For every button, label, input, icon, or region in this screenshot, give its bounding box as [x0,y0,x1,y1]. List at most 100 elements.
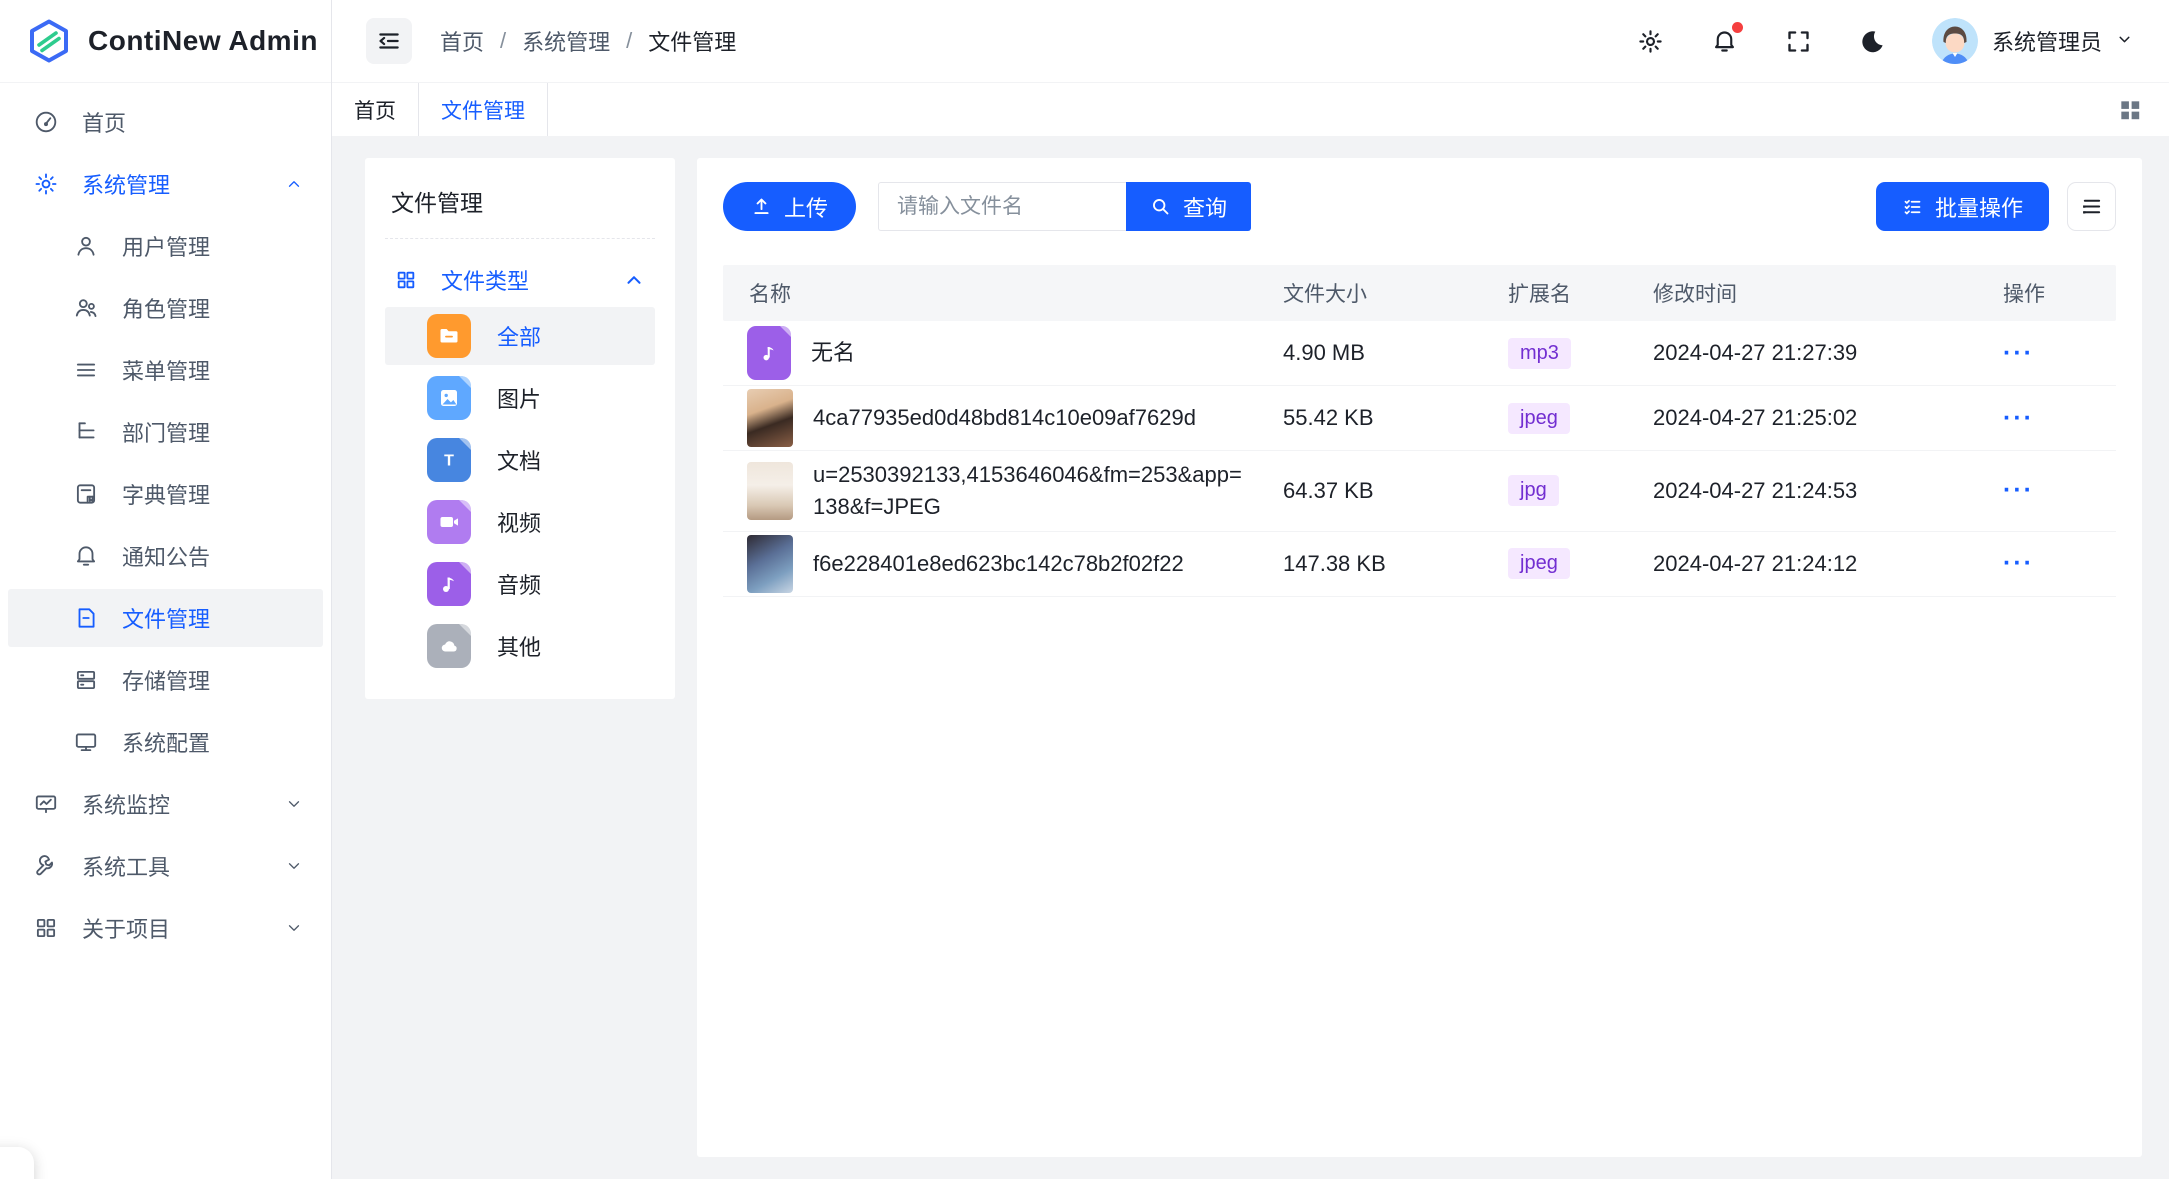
table-row: f6e228401e8ed623bc142c78b2f02f22 147.38 … [723,532,2116,597]
sidebar-item-system-management[interactable]: 系统管理 [8,155,323,213]
file-type-all[interactable]: 全部 [385,307,655,365]
file-thumbnail [747,535,793,593]
notification-bell-button[interactable] [1710,26,1740,56]
file-name[interactable]: f6e228401e8ed623bc142c78b2f02f22 [813,540,1184,588]
file-time: 2024-04-27 21:24:53 [1653,478,2003,504]
file-time: 2024-04-27 21:27:39 [1653,340,2003,366]
image-icon [427,376,471,420]
file-name[interactable]: 4ca77935ed0d48bd814c10e09af7629d [813,394,1196,442]
list-view-icon [2080,195,2103,218]
dictionary-icon [72,480,100,508]
file-type-image[interactable]: 图片 [385,369,655,427]
column-header-size: 文件大小 [1283,278,1508,308]
file-name[interactable]: u=2530392133,4153646046&fm=253&app=138&f… [813,451,1253,531]
file-table: 名称 文件大小 扩展名 修改时间 操作 无名 4.90 MB [723,265,2116,597]
column-header-name: 名称 [723,278,1283,308]
file-icon [72,604,100,632]
app-window: ContiNew Admin 首页 系统管理 [0,0,2169,1179]
row-actions-ellipsis[interactable]: ··· [2003,339,2034,367]
group-label: 文件类型 [441,264,529,296]
sidebar-item-department-management[interactable]: 部门管理 [8,403,323,461]
file-name[interactable]: 无名 [811,329,855,377]
folder-icon [427,314,471,358]
view-mode-button[interactable] [2067,182,2116,231]
fullscreen-button[interactable] [1784,26,1814,56]
checklist-icon [1902,196,1923,217]
toolbar-right: 批量操作 [1876,182,2116,231]
tree-icon [72,418,100,446]
gear-icon [32,170,60,198]
video-icon [427,500,471,544]
sidebar-item-menu-management[interactable]: 菜单管理 [8,341,323,399]
file-size: 55.42 KB [1283,405,1508,431]
file-size: 4.90 MB [1283,340,1508,366]
batch-operation-button[interactable]: 批量操作 [1876,182,2049,231]
sidebar-item-label: 系统管理 [82,168,170,200]
ext-badge: mp3 [1508,338,1571,369]
file-thumbnail [747,462,793,520]
ext-badge: jpg [1508,475,1559,506]
other-file-icon [427,624,471,668]
row-actions-ellipsis[interactable]: ··· [2003,404,2034,432]
chevron-down-icon [285,857,303,875]
file-type-audio[interactable]: 音频 [385,555,655,613]
top-bar: 首页 / 系统管理 / 文件管理 [332,0,2169,83]
search-icon [1150,196,1171,217]
sidebar-item-home[interactable]: 首页 [8,93,323,151]
upload-icon [751,196,772,217]
svg-text:T: T [444,453,454,470]
table-row: u=2530392133,4153646046&fm=253&app=138&f… [723,451,2116,532]
floating-corner-widget[interactable] [0,1147,34,1179]
file-size: 147.38 KB [1283,551,1508,577]
file-type-label: 图片 [497,382,541,414]
query-button[interactable]: 查询 [1126,182,1251,231]
sidebar: ContiNew Admin 首页 系统管理 [0,0,332,1179]
chevron-up-icon [623,269,645,291]
sidebar-item-system-tools[interactable]: 系统工具 [8,837,323,895]
user-menu[interactable]: 系统管理员 [1932,18,2133,64]
settings-gear-button[interactable] [1636,26,1666,56]
brand-name: ContiNew Admin [88,25,318,57]
sidebar-item-label: 首页 [82,106,126,138]
sidebar-item-role-management[interactable]: 角色管理 [8,279,323,337]
sidebar-nav: 首页 系统管理 用户管理 角色 [0,83,331,1179]
notification-dot [1732,22,1743,33]
breadcrumb-home[interactable]: 首页 [440,25,484,57]
file-type-document[interactable]: T 文档 [385,431,655,489]
sidebar-item-storage-management[interactable]: 存储管理 [8,651,323,709]
sidebar-item-system-monitor[interactable]: 系统监控 [8,775,323,833]
tab-actions-grid-icon[interactable] [2113,93,2147,127]
sidebar-item-notice[interactable]: 通知公告 [8,527,323,585]
top-bar-actions: 系统管理员 [1636,18,2133,64]
avatar [1932,18,1978,64]
breadcrumb-system-management[interactable]: 系统管理 [522,25,610,57]
sidebar-item-file-management[interactable]: 文件管理 [8,589,323,647]
row-actions-ellipsis[interactable]: ··· [2003,476,2034,504]
toolbar: 上传 查询 [723,182,2116,231]
sidebar-item-dictionary-management[interactable]: 字典管理 [8,465,323,523]
file-type-other[interactable]: 其他 [385,617,655,675]
upload-button[interactable]: 上传 [723,182,856,231]
file-type-panel: 文件管理 文件类型 全部 [365,158,675,699]
breadcrumb-separator: / [626,28,632,54]
bell-icon [72,542,100,570]
sidebar-item-about-project[interactable]: 关于项目 [8,899,323,957]
tab-home[interactable]: 首页 [332,83,419,136]
query-label: 查询 [1183,191,1227,223]
sidebar-collapse-button[interactable] [366,18,412,64]
file-type-video[interactable]: 视频 [385,493,655,551]
file-type-group-toggle[interactable]: 文件类型 [385,257,655,303]
sidebar-item-system-config[interactable]: 系统配置 [8,713,323,771]
chevron-down-icon [2116,28,2133,54]
row-actions-ellipsis[interactable]: ··· [2003,549,2034,577]
sidebar-item-user-management[interactable]: 用户管理 [8,217,323,275]
search-input[interactable] [878,182,1126,231]
upload-label: 上传 [784,191,828,223]
user-name: 系统管理员 [1992,25,2102,57]
dark-mode-moon-button[interactable] [1858,26,1888,56]
brand-hexagon-icon [26,18,72,64]
menu-lines-icon [72,356,100,384]
tab-file-management[interactable]: 文件管理 [419,83,548,136]
audio-file-icon [747,326,791,380]
file-type-label: 其他 [497,630,541,662]
